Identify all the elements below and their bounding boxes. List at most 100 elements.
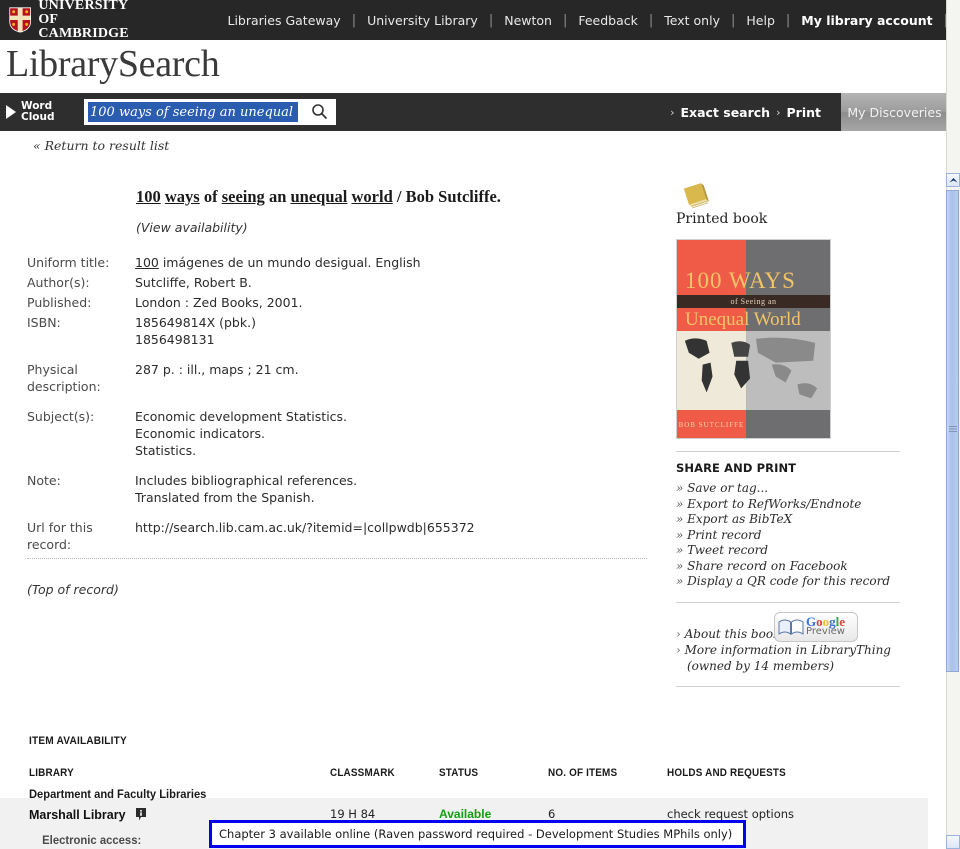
cover-title-line2: of Seeing an bbox=[677, 295, 830, 309]
guillemet-icon: » bbox=[676, 574, 688, 588]
guillemet-icon: » bbox=[676, 558, 688, 573]
electronic-access-text: Chapter 3 available online (Raven passwo… bbox=[219, 827, 733, 841]
link-export-bibtex[interactable]: » Export as BibTeX bbox=[676, 512, 900, 528]
scroll-down-button[interactable] bbox=[946, 835, 960, 849]
table-row: Url for this record: http://search.lib.c… bbox=[27, 509, 647, 556]
exact-search-link[interactable]: Exact search bbox=[674, 105, 776, 120]
my-discoveries-button[interactable]: My Discoveries bbox=[841, 93, 948, 131]
link-print-record[interactable]: » Print record bbox=[676, 528, 900, 544]
sidebar-divider bbox=[676, 685, 900, 687]
chevron-right-icon: › bbox=[676, 626, 685, 641]
column-header-classmark: CLASSMARK bbox=[330, 767, 395, 779]
field-label: Note: bbox=[27, 473, 61, 488]
page-root: UNIVERSITY OF CAMBRIDGE Libraries Gatewa… bbox=[0, 0, 960, 849]
format-block: Printed book bbox=[676, 180, 900, 227]
section-divider bbox=[27, 558, 647, 559]
title-term-unequal[interactable]: unequal bbox=[291, 187, 348, 206]
column-header-no-items: NO. OF ITEMS bbox=[548, 767, 618, 779]
open-book-icon bbox=[778, 619, 804, 635]
title-term-ways[interactable]: ways bbox=[165, 187, 200, 206]
title-an: an bbox=[264, 187, 291, 206]
sidebar-divider bbox=[676, 451, 900, 452]
preview-label: Preview bbox=[806, 625, 845, 637]
table-row: ISBN: 185649814X (pbk.) 1856498131 bbox=[27, 314, 647, 351]
note-value: Translated from the Spanish. bbox=[135, 490, 315, 505]
table-row: Published: London : Zed Books, 2001. bbox=[27, 294, 647, 314]
chevron-up-icon bbox=[949, 177, 957, 182]
title-term-seeing[interactable]: seeing bbox=[222, 187, 265, 206]
search-actions: › Exact search › Print My Discoveries bbox=[670, 93, 948, 131]
table-row: Note: Includes bibliographical reference… bbox=[27, 462, 647, 509]
return-to-result-list-link[interactable]: « Return to result list bbox=[33, 138, 169, 153]
library-name-cell: Marshall Library bbox=[29, 807, 147, 822]
guillemet-icon: » bbox=[676, 512, 688, 526]
nav-newton[interactable]: Newton bbox=[493, 13, 563, 28]
top-nav-links: Libraries Gateway | University Library | N… bbox=[217, 13, 949, 28]
nav-libraries-gateway[interactable]: Libraries Gateway bbox=[217, 13, 352, 28]
table-row: Subject(s): Economic development Statist… bbox=[27, 398, 647, 462]
table-row: Physical description: 287 p. : ill., map… bbox=[27, 351, 647, 398]
isbn-value: 1856498131 bbox=[135, 332, 215, 347]
link-librarything[interactable]: › More information in LibraryThing (owned… bbox=[676, 642, 900, 674]
field-label: Published: bbox=[27, 295, 92, 310]
vertical-scrollbar-track[interactable] bbox=[946, 0, 960, 849]
table-header-row: LIBRARY CLASSMARK STATUS NO. OF ITEMS HO… bbox=[29, 767, 909, 787]
nav-help[interactable]: Help bbox=[735, 13, 786, 28]
electronic-access-label: Electronic access: bbox=[42, 833, 142, 847]
field-label: ISBN: bbox=[27, 315, 61, 330]
grip-icon bbox=[949, 426, 957, 432]
status-badge: Available bbox=[439, 807, 492, 821]
link-export-refworks[interactable]: » Export to RefWorks/Endnote bbox=[676, 497, 900, 513]
search-icon[interactable] bbox=[311, 103, 328, 120]
table-row: Uniform title: 100 imágenes de un mundo … bbox=[27, 254, 647, 274]
info-bubble-icon[interactable] bbox=[135, 807, 147, 821]
google-preview-button[interactable]: Google Preview bbox=[774, 611, 858, 642]
check-request-options-link[interactable]: check request options bbox=[667, 807, 794, 821]
page-title: LibrarySearch bbox=[6, 43, 220, 85]
share-links-list: » Save or tag... » Export to RefWorks/En… bbox=[676, 481, 900, 590]
google-wordmark: Google bbox=[806, 613, 846, 629]
search-input[interactable] bbox=[88, 102, 298, 122]
note-value: Includes bibliographical references. bbox=[135, 473, 358, 488]
cover-title-line3: Unequal World bbox=[685, 309, 801, 331]
university-name: UNIVERSITY OF CAMBRIDGE bbox=[38, 0, 129, 41]
electronic-access-highlight-box[interactable]: Chapter 3 available online (Raven passwo… bbox=[209, 820, 746, 848]
google-preview-text: Google Preview bbox=[806, 613, 846, 637]
no-of-items-cell: 6 bbox=[548, 807, 556, 821]
cambridge-crest-icon bbox=[9, 7, 31, 33]
guillemet-icon: » bbox=[676, 481, 688, 495]
record-title: 100 ways of seeing an unequal world / Bo… bbox=[136, 187, 501, 207]
format-label: Printed book bbox=[676, 211, 768, 227]
nav-text-only[interactable]: Text only bbox=[653, 13, 731, 28]
uniform-title-link[interactable]: 100 bbox=[135, 255, 159, 270]
field-value: Includes bibliographical references. Tra… bbox=[135, 462, 647, 509]
view-availability-link[interactable]: (View availability) bbox=[136, 220, 248, 235]
link-tweet-record[interactable]: » Tweet record bbox=[676, 543, 900, 559]
university-logo[interactable]: UNIVERSITY OF CAMBRIDGE bbox=[0, 0, 137, 41]
print-link[interactable]: Print bbox=[781, 105, 828, 120]
search-field-wrapper bbox=[84, 99, 336, 125]
search-toolbar: Word Cloud › Exact search › Print My Dis… bbox=[0, 93, 948, 131]
isbn-value: 185649814X (pbk.) bbox=[135, 315, 256, 330]
nav-feedback[interactable]: Feedback bbox=[567, 13, 649, 28]
item-availability-heading: ITEM AVAILABILITY bbox=[29, 735, 127, 747]
library-name: Marshall Library bbox=[29, 808, 126, 822]
title-term-100[interactable]: 100 bbox=[136, 187, 161, 206]
link-share-facebook[interactable]: » Share record on Facebook bbox=[676, 559, 900, 575]
printed-book-icon bbox=[683, 183, 709, 209]
word-cloud-button[interactable]: Word Cloud bbox=[0, 101, 78, 123]
link-display-qr-code[interactable]: » Display a QR code for this record bbox=[676, 574, 900, 590]
column-header-library: LIBRARY bbox=[29, 767, 74, 779]
top-of-record-link[interactable]: (Top of record) bbox=[27, 582, 119, 597]
nav-my-library-account[interactable]: My library account bbox=[790, 13, 943, 28]
subject-value: Economic development Statistics. bbox=[135, 409, 348, 424]
nav-university-library[interactable]: University Library bbox=[356, 13, 489, 28]
subject-value: Economic indicators. bbox=[135, 426, 265, 441]
scroll-up-button[interactable] bbox=[946, 173, 960, 187]
record-metadata-table: Uniform title: 100 imágenes de un mundo … bbox=[27, 254, 647, 556]
title-of: of bbox=[199, 187, 222, 206]
title-term-world[interactable]: world bbox=[352, 187, 393, 206]
link-save-or-tag[interactable]: » Save or tag... bbox=[676, 481, 900, 497]
record-url-value[interactable]: http://search.lib.cam.ac.uk/?itemid=|col… bbox=[135, 509, 647, 556]
field-label: Url for this record: bbox=[27, 520, 93, 552]
